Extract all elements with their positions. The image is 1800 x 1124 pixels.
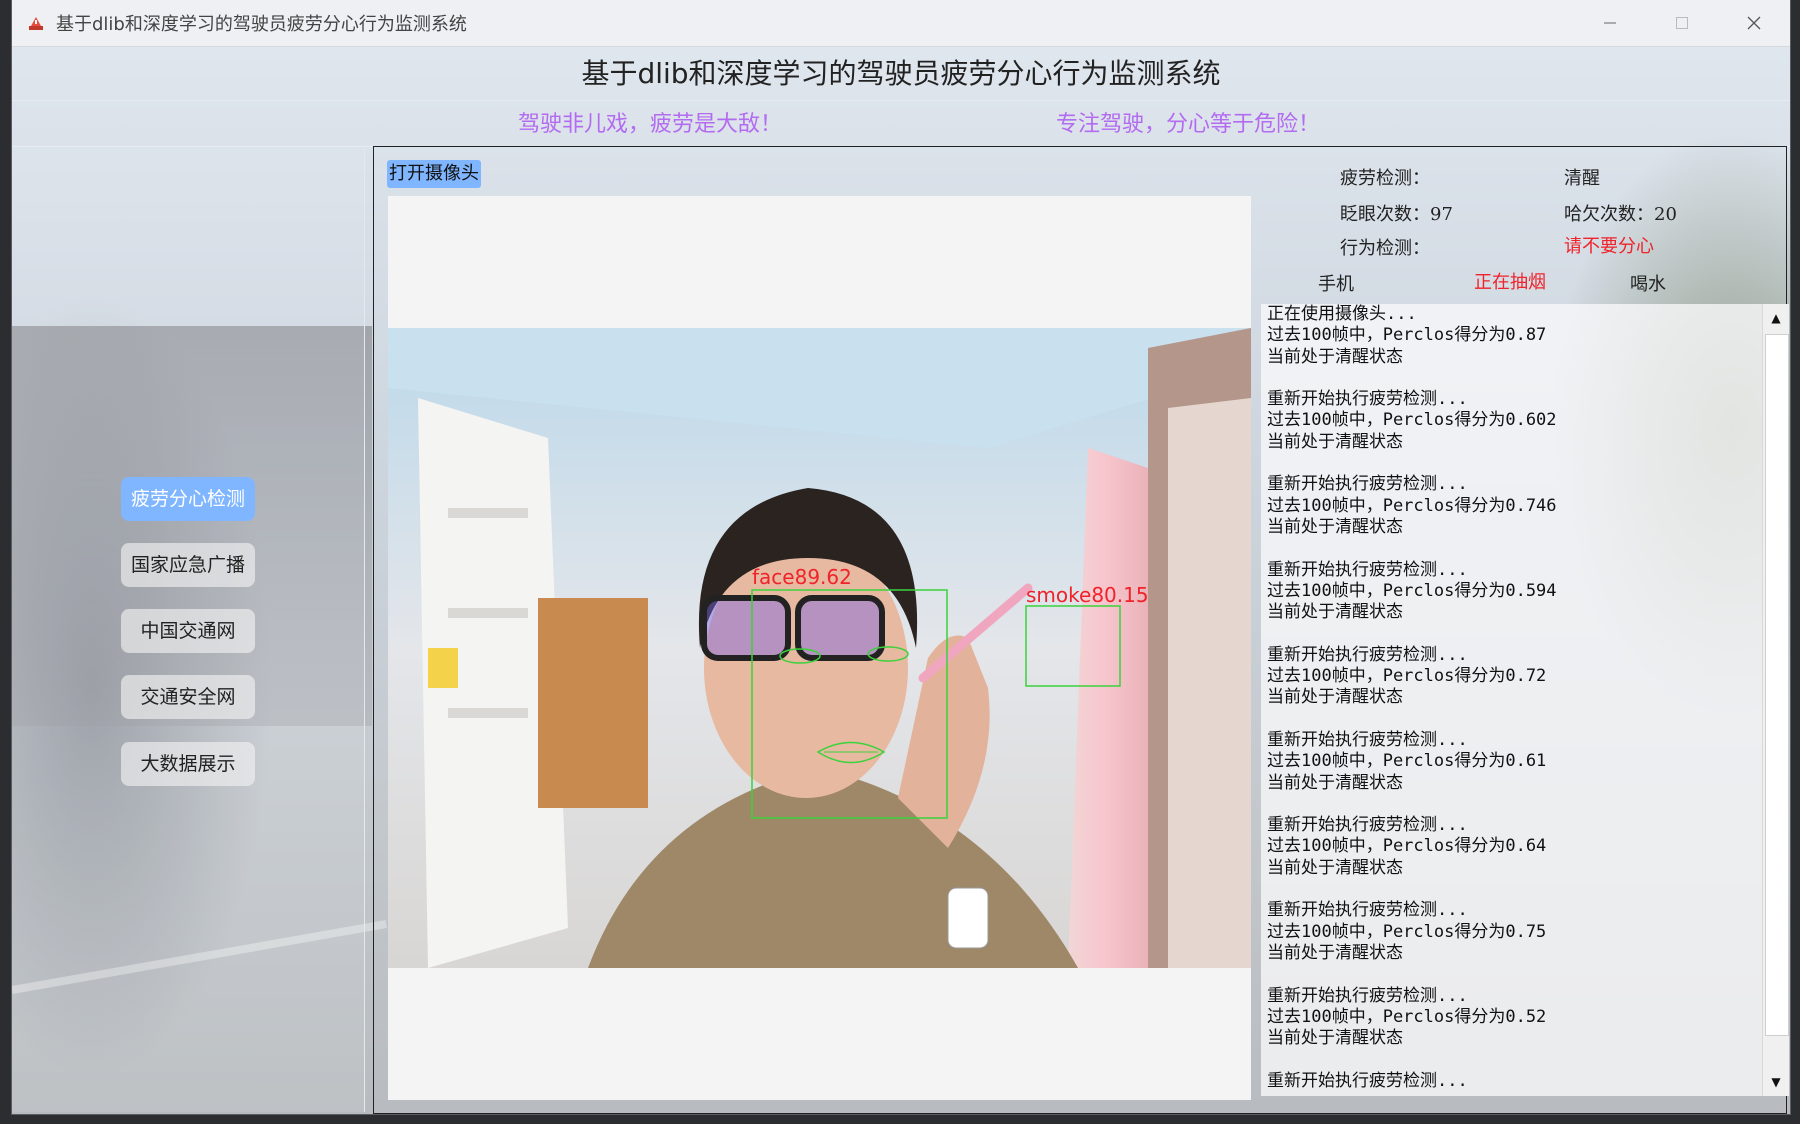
slogan-left: 驾驶非儿戏，疲劳是大敌！ xyxy=(518,112,783,137)
log-line: 当前处于清醒状态 xyxy=(1267,346,1403,367)
app-window: 基于dlib和深度学习的驾驶员疲劳分心行为监测系统 基于dlib和深度学习的驾驶… xyxy=(12,0,1790,1114)
page-title: 基于dlib和深度学习的驾驶员疲劳分心行为监测系统 xyxy=(581,57,1221,90)
log-line: 重新开始执行疲劳检测... xyxy=(1267,1070,1468,1091)
slogan-right: 专注驾驶，分心等于危险！ xyxy=(1056,112,1321,137)
log-content: 正在使用摄像头... 过去100帧中，Perclos得分为0.87 当前处于清醒状态… xyxy=(1267,304,1757,1096)
log-line: 过去100帧中，Perclos得分为0.64 xyxy=(1267,836,1547,857)
title-bar: 基于dlib和深度学习的驾驶员疲劳分心行为监测系统 xyxy=(12,0,1790,47)
log-line: 重新开始执行疲劳检测... xyxy=(1267,559,1468,580)
log-line: 当前处于清醒状态 xyxy=(1267,602,1403,623)
log-entry: 重新开始执行疲劳检测... 过去100帧中，Perclos得分为0.75 当前处于清… xyxy=(1267,900,1757,964)
sidebar-item-emergency-broadcast[interactable]: 国家应急广播 xyxy=(121,543,255,587)
log-line: 重新开始执行疲劳检测... xyxy=(1267,729,1468,750)
log-line: 重新开始执行疲劳检测... xyxy=(1267,474,1468,495)
log-line: 当前处于清醒状态 xyxy=(1267,942,1403,963)
log-line: 过去100帧中，Perclos得分为0.746 xyxy=(1267,495,1557,516)
fatigue-detection-label: 疲劳检测： xyxy=(1340,168,1430,189)
log-line: 重新开始执行疲劳检测... xyxy=(1267,389,1468,410)
log-entry: 正在使用摄像头... 过去100帧中，Perclos得分为0.87 当前处于清醒状态 xyxy=(1267,304,1757,368)
log-line: 过去100帧中，Perclos得分为0.602 xyxy=(1267,410,1557,431)
log-line: 当前处于清醒状态 xyxy=(1267,857,1403,878)
log-line: 过去100帧中，Perclos得分为0.72 xyxy=(1267,666,1547,687)
log-entry: 重新开始执行疲劳检测... 过去100帧中，Perclos得分为0.72 当前处于清… xyxy=(1267,645,1757,709)
log-entry: 重新开始执行疲劳检测... 过去100帧中，Perclos得分为0.602 当前处于… xyxy=(1267,389,1757,453)
yawn-count: 哈欠次数：20 xyxy=(1564,204,1677,225)
divider xyxy=(12,100,1790,101)
minimize-icon[interactable] xyxy=(1574,0,1646,46)
sidebar-item-fatigue-detection[interactable]: 疲劳分心检测 xyxy=(121,477,255,521)
log-line: 当前处于清醒状态 xyxy=(1267,516,1403,537)
camera-feed: face89.62 smoke80.15 xyxy=(388,328,1251,968)
log-line: 当前处于清醒状态 xyxy=(1267,431,1403,452)
smoke-detection-label: smoke80.15 xyxy=(1026,583,1149,607)
log-line: 过去100帧中，Perclos得分为0.594 xyxy=(1267,580,1557,601)
drinking-indicator: 喝水 xyxy=(1630,274,1666,295)
log-line: 重新开始执行疲劳检测... xyxy=(1267,644,1468,665)
log-entry: 重新开始执行疲劳检测... 过去100帧中，Perclos得分为0.746 当前处于… xyxy=(1267,474,1757,538)
sidebar: 疲劳分心检测 国家应急广播 中国交通网 交通安全网 大数据展示 xyxy=(12,148,365,1112)
sidebar-item-big-data[interactable]: 大数据展示 xyxy=(121,742,255,786)
cabinet xyxy=(538,598,648,808)
log-line: 过去100帧中，Perclos得分为0.52 xyxy=(1267,1006,1547,1027)
sidebar-item-traffic-safety[interactable]: 交通安全网 xyxy=(121,675,255,719)
window-title: 基于dlib和深度学习的驾驶员疲劳分心行为监测系统 xyxy=(56,14,467,35)
log-textarea[interactable]: 正在使用摄像头... 过去100帧中，Perclos得分为0.87 当前处于清醒状态… xyxy=(1261,304,1787,1096)
smoking-indicator: 正在抽烟 xyxy=(1474,272,1546,293)
fatigue-status-value: 清醒 xyxy=(1564,168,1600,189)
blink-count: 眨眼次数：97 xyxy=(1340,204,1453,225)
log-line: 当前处于清醒状态 xyxy=(1267,687,1403,708)
scroll-down-icon[interactable]: ▼ xyxy=(1763,1070,1789,1094)
log-entry: 重新开始执行疲劳检测... 过去100帧中，Perclos得分为0.594 当前处于… xyxy=(1267,560,1757,624)
log-entry: 重新开始执行疲劳检测... 过去100帧中，Perclos得分为0.64 当前处于清… xyxy=(1267,815,1757,879)
log-line: 过去100帧中，Perclos得分为0.61 xyxy=(1267,751,1547,772)
log-line: 当前处于清醒状态 xyxy=(1267,1028,1403,1049)
log-line: 过去100帧中，Perclos得分为0.75 xyxy=(1267,921,1547,942)
log-entry: 重新开始执行疲劳检测... 过去100帧中，Perclos得分为0.61 当前处于清… xyxy=(1267,730,1757,794)
log-entry: 重新开始执行疲劳检测... xyxy=(1267,1071,1757,1092)
open-camera-button[interactable]: 打开摄像头 xyxy=(387,160,481,188)
maximize-icon[interactable] xyxy=(1646,0,1718,46)
log-line: 正在使用摄像头... xyxy=(1267,304,1417,324)
behavior-status-value: 请不要分心 xyxy=(1564,236,1654,257)
close-icon[interactable] xyxy=(1718,0,1790,46)
scroll-thumb[interactable] xyxy=(1765,334,1789,1036)
face-detection-label: face89.62 xyxy=(752,565,852,589)
log-line: 当前处于清醒状态 xyxy=(1267,772,1403,793)
log-entry: 重新开始执行疲劳检测... 过去100帧中，Perclos得分为0.52 当前处于清… xyxy=(1267,986,1757,1050)
sidebar-item-china-traffic[interactable]: 中国交通网 xyxy=(121,609,255,653)
log-line: 重新开始执行疲劳检测... xyxy=(1267,900,1468,921)
app-icon xyxy=(26,13,46,33)
log-line: 重新开始执行疲劳检测... xyxy=(1267,985,1468,1006)
log-scrollbar[interactable]: ▲ ▼ xyxy=(1762,304,1789,1096)
log-line: 过去100帧中，Perclos得分为0.87 xyxy=(1267,325,1547,346)
log-line: 重新开始执行疲劳检测... xyxy=(1267,815,1468,836)
phone-indicator: 手机 xyxy=(1318,274,1354,295)
behavior-detection-label: 行为检测： xyxy=(1340,238,1430,259)
scroll-up-icon[interactable]: ▲ xyxy=(1763,306,1789,330)
